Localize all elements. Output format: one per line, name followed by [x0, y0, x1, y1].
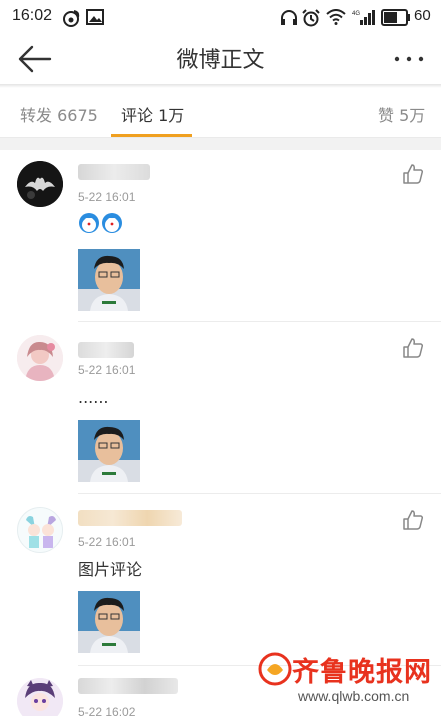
- tab-bar: 转发 6675 评论 1万 赞 5万: [0, 88, 441, 138]
- thumbs-up-icon[interactable]: [402, 509, 424, 531]
- alarm-icon: [302, 9, 320, 27]
- username-blurred[interactable]: [78, 342, 134, 358]
- comment-text: 图片评论: [78, 560, 143, 579]
- comment-image[interactable]: [78, 591, 140, 653]
- image-icon: [86, 9, 104, 25]
- battery-level: 60: [414, 7, 431, 24]
- comment-time: 5-22 16:02: [78, 705, 136, 716]
- page-title: 微博正文: [176, 48, 265, 73]
- section-gap: [0, 138, 441, 150]
- avatar[interactable]: [17, 161, 63, 207]
- thumbs-up-icon[interactable]: [402, 337, 424, 359]
- watermark-name: 齐鲁晚报网: [292, 657, 432, 688]
- svg-text:4G: 4G: [352, 11, 360, 17]
- signal-4g-icon: 4G: [352, 10, 375, 25]
- qlwb-logo-icon: [258, 652, 292, 686]
- comment-text: ......: [78, 388, 109, 407]
- username-blurred[interactable]: [78, 678, 178, 694]
- comment-time: 5-22 16:01: [78, 190, 136, 204]
- more-horizontal-icon[interactable]: [392, 46, 426, 72]
- tab-comments[interactable]: 评论 1万: [121, 102, 184, 126]
- username-blurred[interactable]: [78, 510, 182, 526]
- nav-bar: 微博正文: [0, 34, 441, 84]
- tab-active-indicator: [111, 134, 192, 137]
- status-bar: 16:02 4G 60: [0, 0, 441, 34]
- wifi-icon: [326, 9, 346, 25]
- battery-icon: [381, 9, 410, 26]
- comment-item[interactable]: 5-22 16:01 图片评论: [0, 494, 441, 666]
- comment-image[interactable]: [78, 420, 140, 482]
- comment-time: 5-22 16:01: [78, 363, 136, 377]
- tab-repost[interactable]: 转发 6675: [20, 102, 98, 126]
- watermark-url: www.qlwb.com.cn: [298, 688, 410, 704]
- doraemon-emoji: [79, 213, 122, 233]
- comment-item[interactable]: 5-22 16:01: [0, 150, 441, 322]
- thumbs-up-icon[interactable]: [402, 163, 424, 185]
- headphones-icon: [281, 10, 297, 25]
- avatar[interactable]: [17, 335, 63, 381]
- status-time: 16:02: [12, 7, 53, 24]
- comment-time: 5-22 16:01: [78, 535, 136, 549]
- tab-likes[interactable]: 赞 5万: [378, 102, 425, 126]
- comment-image[interactable]: [78, 249, 140, 311]
- avatar[interactable]: [17, 678, 63, 716]
- weibo-icon: [63, 10, 80, 27]
- username-blurred[interactable]: [78, 164, 150, 180]
- avatar[interactable]: [17, 507, 63, 553]
- comment-item[interactable]: 5-22 16:01 ......: [0, 322, 441, 494]
- watermark: 齐鲁晚报网 www.qlwb.com.cn: [258, 650, 436, 712]
